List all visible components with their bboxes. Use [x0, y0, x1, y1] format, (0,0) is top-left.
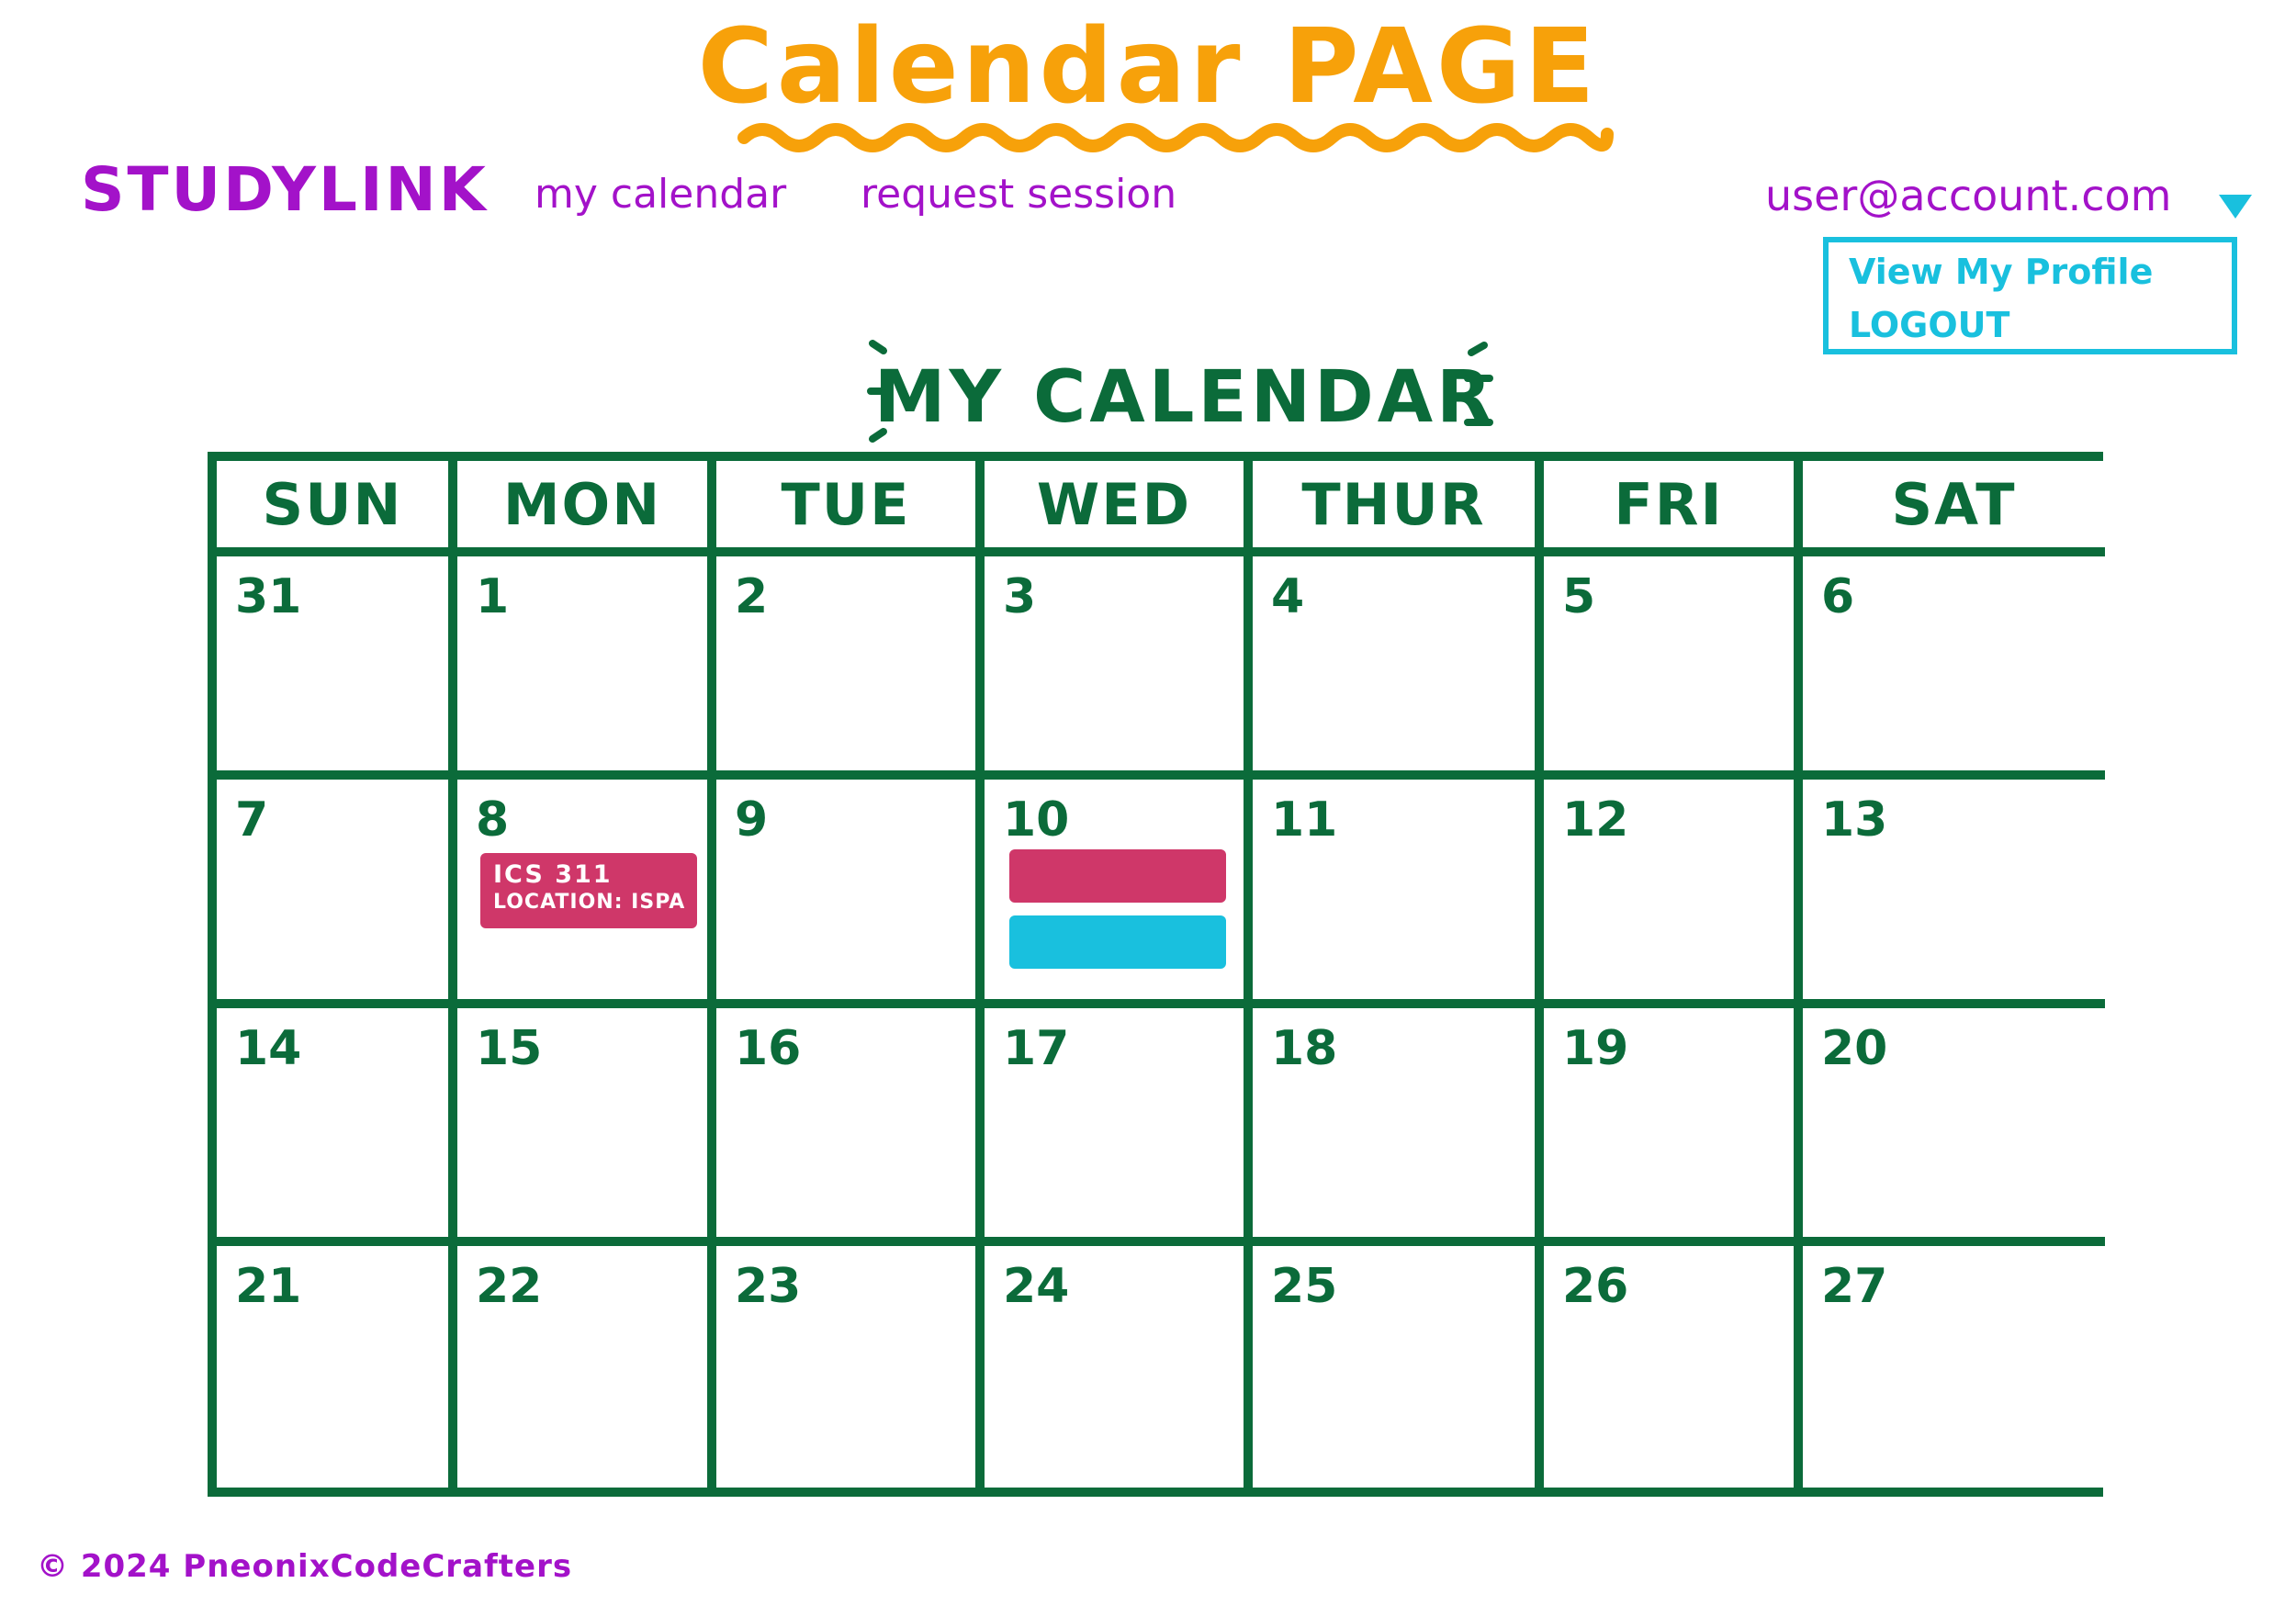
- account-email[interactable]: user@account.com: [1765, 171, 2171, 220]
- day-cell[interactable]: 9: [716, 780, 985, 1008]
- event-location: LOCATION: ISPA: [493, 891, 686, 914]
- dow-sat: SAT: [1803, 461, 2105, 556]
- dow-wed: WED: [985, 461, 1253, 556]
- day-cell[interactable]: 22: [457, 1246, 716, 1488]
- day-cell[interactable]: 14: [217, 1008, 457, 1246]
- day-number: 2: [735, 569, 769, 624]
- day-cell[interactable]: 10: [985, 780, 1253, 1008]
- day-cell[interactable]: 5: [1544, 556, 1803, 780]
- day-cell[interactable]: 2: [716, 556, 985, 780]
- day-number: 12: [1562, 792, 1629, 848]
- day-number: 21: [235, 1259, 302, 1314]
- logout-menu-item[interactable]: LOGOUT: [1849, 305, 2009, 345]
- day-number: 1: [476, 569, 510, 624]
- dow-fri: FRI: [1544, 461, 1803, 556]
- day-cell[interactable]: 11: [1253, 780, 1544, 1008]
- day-cell[interactable]: 12: [1544, 780, 1803, 1008]
- account-dropdown-menu: View My Profile LOGOUT: [1823, 237, 2237, 354]
- footer-copyright: © 2024 PneonixCodeCrafters: [37, 1548, 573, 1585]
- page-title: Calendar PAGE: [697, 7, 1599, 127]
- day-number: 15: [476, 1021, 543, 1076]
- event-block-pink[interactable]: [1009, 849, 1226, 903]
- day-number: 25: [1271, 1259, 1338, 1314]
- dow-mon: MON: [457, 461, 716, 556]
- day-cell[interactable]: 21: [217, 1246, 457, 1488]
- day-cell[interactable]: 27: [1803, 1246, 2105, 1488]
- day-cell[interactable]: 23: [716, 1246, 985, 1488]
- day-number: 17: [1003, 1021, 1070, 1076]
- day-cell[interactable]: 18: [1253, 1008, 1544, 1246]
- event-block-cyan[interactable]: [1009, 915, 1226, 969]
- day-cell[interactable]: 7: [217, 780, 457, 1008]
- day-number: 5: [1562, 569, 1596, 624]
- wavy-underline-icon: [737, 123, 1614, 152]
- day-number: 8: [476, 792, 510, 848]
- dow-thur: THUR: [1253, 461, 1544, 556]
- brand-logo[interactable]: STUDYLINK: [81, 154, 489, 225]
- day-number: 3: [1003, 569, 1037, 624]
- day-cell[interactable]: 17: [985, 1008, 1253, 1246]
- day-cell[interactable]: 19: [1544, 1008, 1803, 1246]
- day-cell[interactable]: 24: [985, 1246, 1253, 1488]
- day-number: 13: [1821, 792, 1888, 848]
- day-number: 4: [1271, 569, 1305, 624]
- calendar-grid: SUN MON TUE WED THUR FRI SAT 31 1 2 3 4 …: [208, 452, 2105, 1497]
- day-number: 19: [1562, 1021, 1629, 1076]
- sparkle-right-icon: [1464, 342, 1493, 426]
- nav-request-session[interactable]: request session: [861, 171, 1176, 218]
- day-number: 18: [1271, 1021, 1338, 1076]
- view-profile-menu-item[interactable]: View My Profile: [1849, 252, 2153, 292]
- day-number: 16: [735, 1021, 802, 1076]
- day-number: 10: [1003, 792, 1070, 848]
- day-cell[interactable]: 4: [1253, 556, 1544, 780]
- day-cell[interactable]: 25: [1253, 1246, 1544, 1488]
- caret-down-icon[interactable]: [2219, 195, 2252, 219]
- day-number: 20: [1821, 1021, 1888, 1076]
- day-cell[interactable]: 1: [457, 556, 716, 780]
- day-number: 14: [235, 1021, 302, 1076]
- day-number: 26: [1562, 1259, 1629, 1314]
- day-cell[interactable]: 15: [457, 1008, 716, 1246]
- day-number: 6: [1821, 569, 1855, 624]
- day-number: 31: [235, 569, 302, 624]
- day-number: 9: [735, 792, 769, 848]
- day-cell[interactable]: 31: [217, 556, 457, 780]
- event-ics311[interactable]: ICS 311 LOCATION: ISPA: [480, 853, 697, 928]
- dow-sun: SUN: [217, 461, 457, 556]
- dow-tue: TUE: [716, 461, 985, 556]
- day-number: 27: [1821, 1259, 1888, 1314]
- day-number: 23: [735, 1259, 802, 1314]
- day-cell[interactable]: 16: [716, 1008, 985, 1246]
- nav-my-calendar[interactable]: my calendar: [535, 171, 786, 218]
- day-cell[interactable]: 13: [1803, 780, 2105, 1008]
- event-title: ICS 311: [493, 860, 613, 889]
- day-number: 24: [1003, 1259, 1070, 1314]
- day-number: 7: [235, 792, 269, 848]
- day-cell[interactable]: 8 ICS 311 LOCATION: ISPA: [457, 780, 716, 1008]
- day-cell[interactable]: 20: [1803, 1008, 2105, 1246]
- day-cell[interactable]: 26: [1544, 1246, 1803, 1488]
- calendar-heading: MY CALENDAR: [873, 356, 1496, 439]
- day-number: 22: [476, 1259, 543, 1314]
- day-cell[interactable]: 6: [1803, 556, 2105, 780]
- day-cell[interactable]: 3: [985, 556, 1253, 780]
- day-number: 11: [1271, 792, 1338, 848]
